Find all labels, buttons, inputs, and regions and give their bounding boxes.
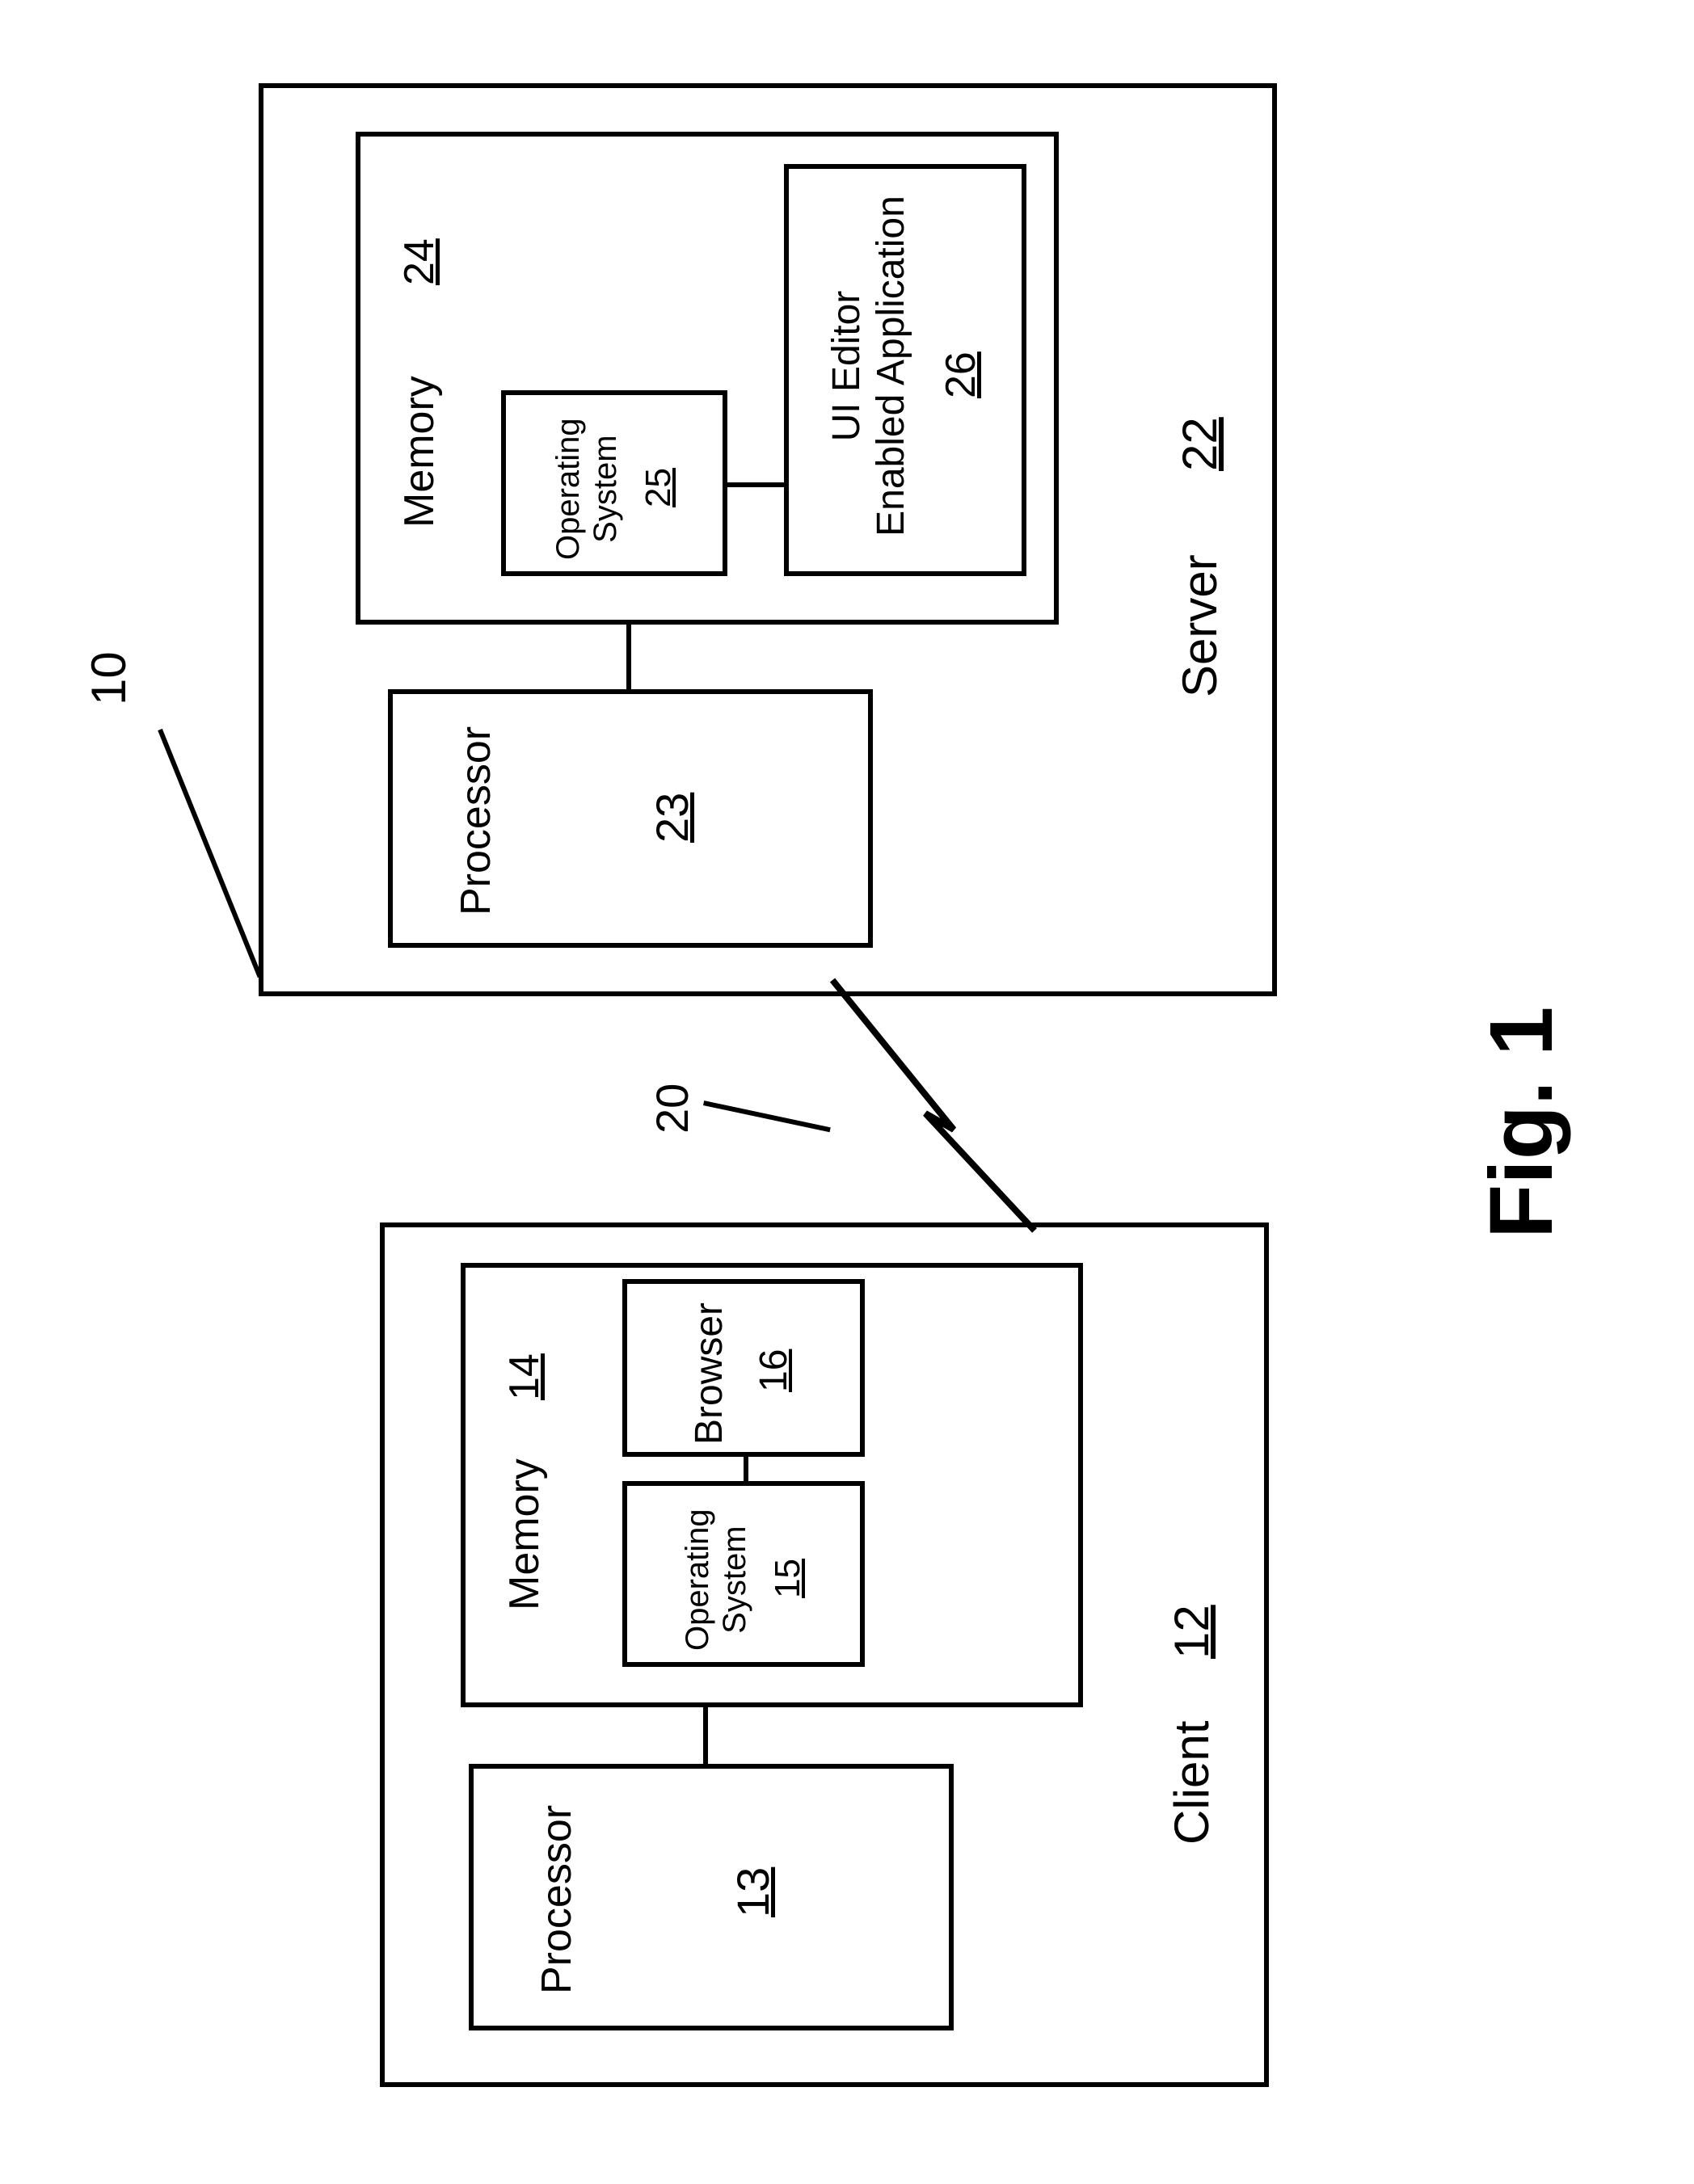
figure-caption: Fig. 1 [1471,1007,1574,1239]
server-ref: 22 [1172,417,1228,471]
server-app-ref: 26 [938,351,986,398]
server-label: Server [1172,554,1228,697]
client-browser-label: Browser [687,1302,731,1445]
client-browser-box [622,1279,865,1457]
link-ref: 20 [647,1084,698,1134]
server-os-ref: 25 [638,468,680,507]
server-os-label: Operating System [550,418,624,560]
server-memory-ref: 24 [396,238,445,285]
figure-leader [158,729,262,978]
client-ref: 12 [1164,1605,1220,1659]
server-processor-ref: 23 [647,793,698,843]
server-processor-label: Processor [453,726,501,915]
client-os-label: Operating System [679,1509,753,1651]
client-proc-mem-connector [703,1707,708,1764]
client-memory-ref: 14 [501,1353,550,1400]
client-label: Client [1164,1721,1220,1845]
client-browser-ref: 16 [752,1349,796,1392]
diagram-canvas: Client 12 Processor 13 Memory 14 Operati… [0,0,1694,2184]
link-leader [703,1100,831,1132]
client-processor-label: Processor [533,1805,582,1994]
server-app-label: UI Editor Enabled Application [824,180,913,552]
network-link-icon [828,976,1039,1235]
figure-ref: 10 [81,651,137,705]
client-os-browser-connector [744,1457,748,1481]
client-processor-ref: 13 [727,1867,779,1917]
client-memory-label: Memory [501,1458,550,1610]
server-proc-mem-connector [626,625,631,689]
client-os-ref: 15 [768,1559,809,1598]
server-memory-label: Memory [396,376,445,528]
server-os-app-connector-v [727,482,784,487]
